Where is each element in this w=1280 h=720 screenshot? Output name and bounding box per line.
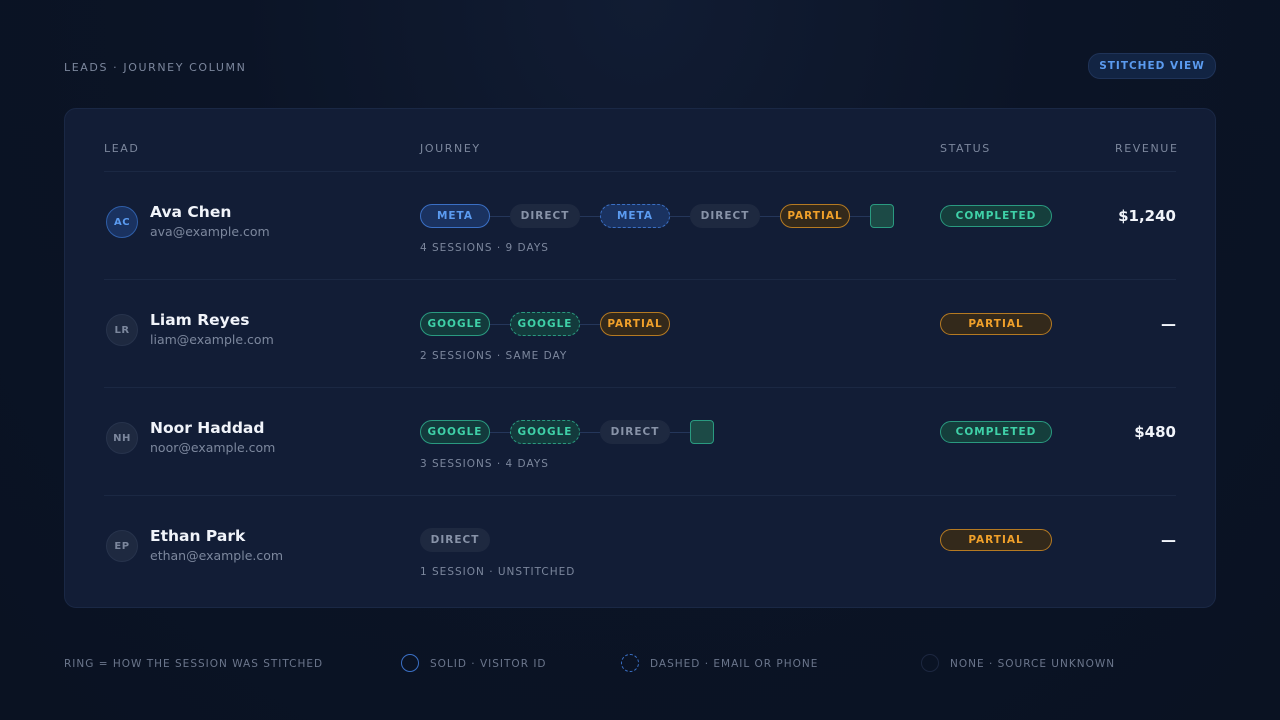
status-badge: COMPLETED [940, 421, 1052, 443]
revenue-value: $480 [1134, 423, 1176, 441]
journey-chip-direct[interactable]: DIRECT [690, 204, 760, 228]
revenue-value: — [1161, 531, 1176, 549]
lead-name[interactable]: Noor Haddad [150, 419, 265, 437]
status-badge: PARTIAL [940, 313, 1052, 335]
page-title: LEADS · JOURNEY COLUMN [64, 61, 247, 74]
dashed-ring-icon [621, 654, 639, 672]
status-badge: PARTIAL [940, 529, 1052, 551]
journey-chip-meta[interactable]: META [600, 204, 670, 228]
row-divider [104, 279, 1176, 280]
column-header-lead: LEAD [104, 142, 140, 155]
lead-name[interactable]: Liam Reyes [150, 311, 250, 329]
column-header-journey: JOURNEY [420, 142, 481, 155]
conversion-marker-icon [870, 204, 894, 228]
row-divider [104, 495, 1176, 496]
journey-chip-direct[interactable]: DIRECT [600, 420, 670, 444]
lead-name[interactable]: Ava Chen [150, 203, 231, 221]
avatar: LR [106, 314, 138, 346]
journey-chip-partial[interactable]: PARTIAL [780, 204, 850, 228]
legend-item-none: NONE · SOURCE UNKNOWN [950, 658, 1116, 670]
lead-email: ethan@example.com [150, 548, 284, 563]
lead-email: noor@example.com [150, 440, 276, 455]
journey-chip-meta[interactable]: META [420, 204, 490, 228]
revenue-value: — [1161, 315, 1176, 333]
column-header-status: STATUS [940, 142, 991, 155]
journey-chip-google[interactable]: GOOGLE [510, 420, 580, 444]
avatar: AC [106, 206, 138, 238]
row-divider [104, 387, 1176, 388]
lead-name[interactable]: Ethan Park [150, 527, 245, 545]
stitched-view-badge[interactable]: STITCHED VIEW [1088, 53, 1216, 79]
revenue-value: $1,240 [1118, 207, 1176, 225]
solid-ring-icon [401, 654, 419, 672]
legend-item-dashed: DASHED · EMAIL OR PHONE [650, 658, 819, 670]
legend-title: RING = HOW THE SESSION WAS STITCHED [64, 658, 324, 670]
legend-item-solid: SOLID · VISITOR ID [430, 658, 547, 670]
journey-chip-google[interactable]: GOOGLE [420, 420, 490, 444]
session-summary: 1 SESSION · UNSTITCHED [420, 566, 576, 578]
session-summary: 4 SESSIONS · 9 DAYS [420, 242, 549, 254]
avatar: EP [106, 530, 138, 562]
avatar: NH [106, 422, 138, 454]
journey-chip-direct[interactable]: DIRECT [420, 528, 490, 552]
column-header-revenue: REVENUE [1115, 142, 1179, 155]
session-summary: 3 SESSIONS · 4 DAYS [420, 458, 549, 470]
journey-chip-partial[interactable]: PARTIAL [600, 312, 670, 336]
journey-chip-direct[interactable]: DIRECT [510, 204, 580, 228]
journey-chip-google[interactable]: GOOGLE [510, 312, 580, 336]
conversion-marker-icon [690, 420, 714, 444]
no-ring-icon [921, 654, 939, 672]
journey-chip-google[interactable]: GOOGLE [420, 312, 490, 336]
lead-email: liam@example.com [150, 332, 274, 347]
session-summary: 2 SESSIONS · SAME DAY [420, 350, 568, 362]
lead-email: ava@example.com [150, 224, 270, 239]
status-badge: COMPLETED [940, 205, 1052, 227]
